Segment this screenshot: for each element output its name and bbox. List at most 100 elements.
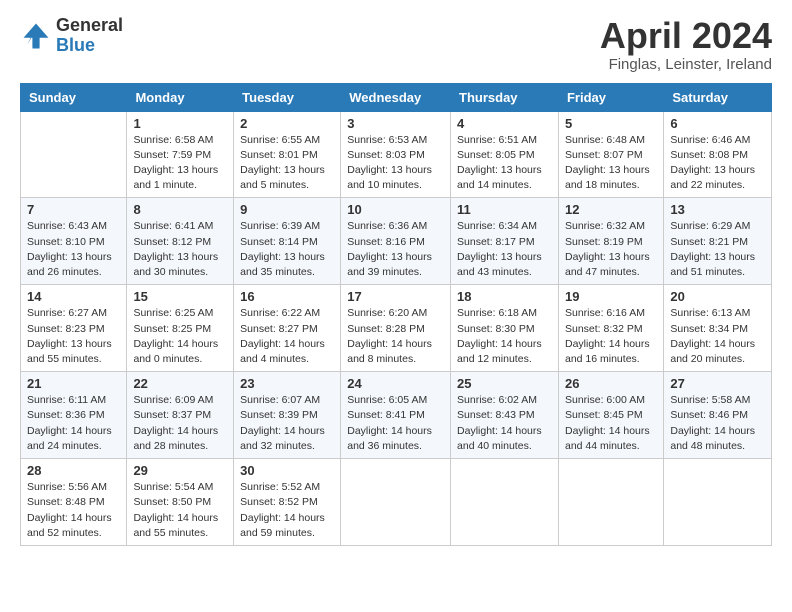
col-wednesday: Wednesday	[341, 83, 451, 111]
week-row-5: 28Sunrise: 5:56 AMSunset: 8:48 PMDayligh…	[21, 459, 772, 546]
day-cell: 25 Sunrise: 6:02 AMSunset: 8:43 PMDayligh…	[451, 372, 559, 459]
day-number: 30	[240, 463, 334, 478]
col-thursday: Thursday	[451, 83, 559, 111]
day-number: 22	[133, 376, 227, 391]
day-cell: 7 Sunrise: 6:43 AMSunset: 8:10 PMDaylight…	[21, 198, 127, 285]
day-cell: 22 Sunrise: 6:09 AMSunset: 8:37 PMDayligh…	[127, 372, 234, 459]
day-cell: 1Sunrise: 6:58 AMSunset: 7:59 PMDaylight…	[127, 111, 234, 198]
day-number: 19	[565, 289, 657, 304]
day-info: Sunrise: 6:58 AMSunset: 7:59 PMDaylight:…	[133, 133, 227, 194]
day-cell: 20 Sunrise: 6:13 AMSunset: 8:34 PMDayligh…	[664, 285, 772, 372]
calendar-body: 1Sunrise: 6:58 AMSunset: 7:59 PMDaylight…	[21, 111, 772, 545]
week-row-2: 7 Sunrise: 6:43 AMSunset: 8:10 PMDaylight…	[21, 198, 772, 285]
day-cell: 5Sunrise: 6:48 AMSunset: 8:07 PMDaylight…	[558, 111, 663, 198]
col-saturday: Saturday	[664, 83, 772, 111]
day-info: Sunrise: 6:34 AMSunset: 8:17 PMDaylight:…	[457, 219, 552, 280]
day-cell: 17Sunrise: 6:20 AMSunset: 8:28 PMDayligh…	[341, 285, 451, 372]
day-cell: 27 Sunrise: 5:58 AMSunset: 8:46 PMDayligh…	[664, 372, 772, 459]
day-cell: 4Sunrise: 6:51 AMSunset: 8:05 PMDaylight…	[451, 111, 559, 198]
day-number: 14	[27, 289, 120, 304]
day-cell: 24 Sunrise: 6:05 AMSunset: 8:41 PMDayligh…	[341, 372, 451, 459]
day-info: Sunrise: 6:07 AMSunset: 8:39 PMDaylight:…	[240, 393, 334, 454]
day-cell: 2 Sunrise: 6:55 AMSunset: 8:01 PMDaylight…	[234, 111, 341, 198]
day-number: 24	[347, 376, 444, 391]
calendar-table: Sunday Monday Tuesday Wednesday Thursday…	[20, 83, 772, 546]
day-number: 20	[670, 289, 765, 304]
day-info: Sunrise: 6:18 AMSunset: 8:30 PMDaylight:…	[457, 306, 552, 367]
day-number: 26	[565, 376, 657, 391]
day-cell: 14 Sunrise: 6:27 AMSunset: 8:23 PMDayligh…	[21, 285, 127, 372]
day-info: Sunrise: 5:58 AMSunset: 8:46 PMDaylight:…	[670, 393, 765, 454]
day-cell: 3 Sunrise: 6:53 AMSunset: 8:03 PMDaylight…	[341, 111, 451, 198]
day-info: Sunrise: 6:00 AMSunset: 8:45 PMDaylight:…	[565, 393, 657, 454]
day-info: Sunrise: 6:22 AMSunset: 8:27 PMDaylight:…	[240, 306, 334, 367]
logo: General Blue	[20, 16, 123, 56]
day-number: 10	[347, 202, 444, 217]
col-friday: Friday	[558, 83, 663, 111]
day-info: Sunrise: 6:02 AMSunset: 8:43 PMDaylight:…	[457, 393, 552, 454]
day-cell: 19 Sunrise: 6:16 AMSunset: 8:32 PMDayligh…	[558, 285, 663, 372]
day-cell: 15 Sunrise: 6:25 AMSunset: 8:25 PMDayligh…	[127, 285, 234, 372]
day-info: Sunrise: 6:05 AMSunset: 8:41 PMDaylight:…	[347, 393, 444, 454]
day-number: 29	[133, 463, 227, 478]
day-info: Sunrise: 6:55 AMSunset: 8:01 PMDaylight:…	[240, 133, 334, 194]
month-year-title: April 2024	[600, 16, 772, 56]
day-number: 27	[670, 376, 765, 391]
day-cell: 13 Sunrise: 6:29 AMSunset: 8:21 PMDayligh…	[664, 198, 772, 285]
col-tuesday: Tuesday	[234, 83, 341, 111]
day-cell: 10 Sunrise: 6:36 AMSunset: 8:16 PMDayligh…	[341, 198, 451, 285]
location-text: Finglas, Leinster, Ireland	[600, 56, 772, 73]
logo-text: General Blue	[56, 16, 123, 56]
day-number: 15	[133, 289, 227, 304]
day-info: Sunrise: 6:16 AMSunset: 8:32 PMDaylight:…	[565, 306, 657, 367]
day-cell	[664, 459, 772, 546]
day-number: 2	[240, 116, 334, 131]
day-info: Sunrise: 6:43 AMSunset: 8:10 PMDaylight:…	[27, 219, 120, 280]
day-info: Sunrise: 5:54 AMSunset: 8:50 PMDaylight:…	[133, 480, 227, 541]
day-info: Sunrise: 6:25 AMSunset: 8:25 PMDaylight:…	[133, 306, 227, 367]
col-sunday: Sunday	[21, 83, 127, 111]
day-number: 5	[565, 116, 657, 131]
day-number: 16	[240, 289, 334, 304]
day-cell	[341, 459, 451, 546]
day-number: 11	[457, 202, 552, 217]
day-info: Sunrise: 5:56 AMSunset: 8:48 PMDaylight:…	[27, 480, 120, 541]
day-number: 13	[670, 202, 765, 217]
day-cell: 23 Sunrise: 6:07 AMSunset: 8:39 PMDayligh…	[234, 372, 341, 459]
day-number: 9	[240, 202, 334, 217]
day-info: Sunrise: 6:13 AMSunset: 8:34 PMDaylight:…	[670, 306, 765, 367]
week-row-3: 14 Sunrise: 6:27 AMSunset: 8:23 PMDayligh…	[21, 285, 772, 372]
day-cell: 12Sunrise: 6:32 AMSunset: 8:19 PMDayligh…	[558, 198, 663, 285]
day-info: Sunrise: 6:41 AMSunset: 8:12 PMDaylight:…	[133, 219, 227, 280]
day-info: Sunrise: 5:52 AMSunset: 8:52 PMDaylight:…	[240, 480, 334, 541]
col-monday: Monday	[127, 83, 234, 111]
week-row-1: 1Sunrise: 6:58 AMSunset: 7:59 PMDaylight…	[21, 111, 772, 198]
day-info: Sunrise: 6:53 AMSunset: 8:03 PMDaylight:…	[347, 133, 444, 194]
day-info: Sunrise: 6:46 AMSunset: 8:08 PMDaylight:…	[670, 133, 765, 194]
day-cell: 29 Sunrise: 5:54 AMSunset: 8:50 PMDayligh…	[127, 459, 234, 546]
day-info: Sunrise: 6:27 AMSunset: 8:23 PMDaylight:…	[27, 306, 120, 367]
day-cell: 18Sunrise: 6:18 AMSunset: 8:30 PMDayligh…	[451, 285, 559, 372]
day-cell: 16 Sunrise: 6:22 AMSunset: 8:27 PMDayligh…	[234, 285, 341, 372]
day-cell	[451, 459, 559, 546]
day-info: Sunrise: 6:29 AMSunset: 8:21 PMDaylight:…	[670, 219, 765, 280]
day-number: 7	[27, 202, 120, 217]
day-cell: 11 Sunrise: 6:34 AMSunset: 8:17 PMDayligh…	[451, 198, 559, 285]
logo-blue-text: Blue	[56, 36, 123, 56]
day-cell: 8Sunrise: 6:41 AMSunset: 8:12 PMDaylight…	[127, 198, 234, 285]
day-number: 12	[565, 202, 657, 217]
day-cell: 21Sunrise: 6:11 AMSunset: 8:36 PMDayligh…	[21, 372, 127, 459]
day-number: 25	[457, 376, 552, 391]
day-info: Sunrise: 6:36 AMSunset: 8:16 PMDaylight:…	[347, 219, 444, 280]
day-info: Sunrise: 6:09 AMSunset: 8:37 PMDaylight:…	[133, 393, 227, 454]
day-number: 3	[347, 116, 444, 131]
logo-icon	[20, 20, 52, 52]
day-number: 4	[457, 116, 552, 131]
day-number: 21	[27, 376, 120, 391]
day-cell: 28Sunrise: 5:56 AMSunset: 8:48 PMDayligh…	[21, 459, 127, 546]
header: General Blue April 2024 Finglas, Leinste…	[20, 16, 772, 73]
header-row: Sunday Monday Tuesday Wednesday Thursday…	[21, 83, 772, 111]
day-number: 23	[240, 376, 334, 391]
day-info: Sunrise: 6:39 AMSunset: 8:14 PMDaylight:…	[240, 219, 334, 280]
day-cell: 6Sunrise: 6:46 AMSunset: 8:08 PMDaylight…	[664, 111, 772, 198]
